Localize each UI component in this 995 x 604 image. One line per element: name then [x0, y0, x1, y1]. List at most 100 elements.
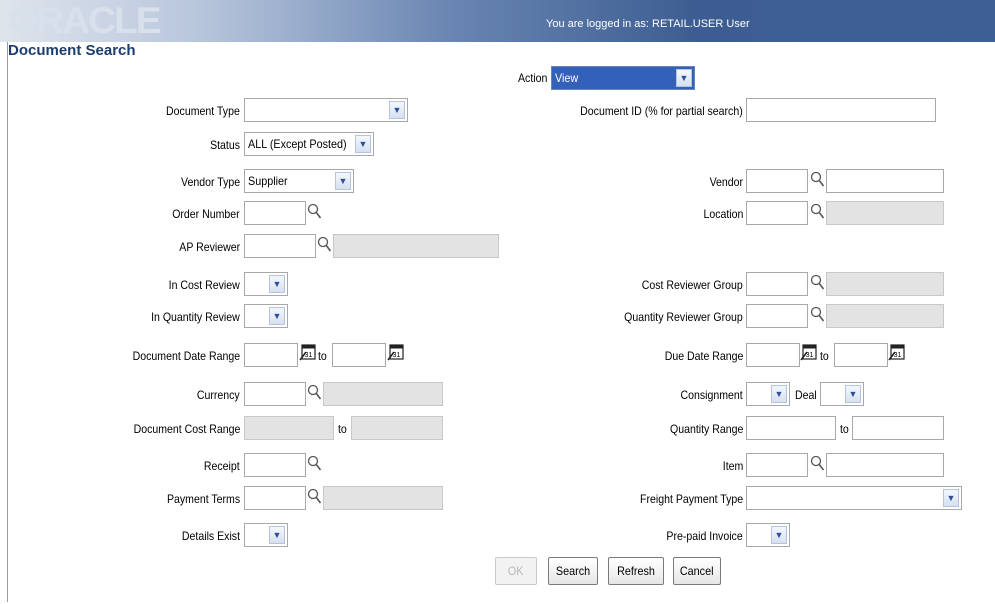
payment-terms-name-field — [323, 486, 443, 510]
item-name-input[interactable] — [826, 453, 944, 477]
magnifier-icon[interactable] — [810, 306, 826, 324]
document-cost-from-field — [244, 416, 334, 440]
location-id-input[interactable] — [746, 201, 808, 225]
cost-reviewer-group-label: Cost Reviewer Group — [642, 278, 743, 292]
left-border — [7, 42, 8, 602]
quantity-reviewer-group-input[interactable] — [746, 304, 808, 328]
vendor-name-input[interactable] — [826, 169, 944, 193]
logged-in-text: You are logged in as: RETAIL.USER User — [546, 18, 750, 30]
ap-reviewer-label: AP Reviewer — [179, 240, 240, 254]
svg-text:31: 31 — [806, 352, 814, 359]
magnifier-icon[interactable] — [307, 203, 323, 221]
magnifier-icon[interactable] — [307, 455, 323, 473]
magnifier-icon[interactable] — [810, 203, 826, 221]
quantity-range-label: Quantity Range — [669, 422, 743, 436]
calendar-icon[interactable]: 31 — [800, 343, 818, 361]
due-date-from-input[interactable] — [746, 343, 800, 367]
order-number-label: Order Number — [172, 207, 240, 221]
vendor-id-input[interactable] — [746, 169, 808, 193]
freight-payment-type-label: Freight Payment Type — [639, 492, 743, 506]
status-label: Status — [210, 138, 240, 152]
in-cost-review-label: In Cost Review — [168, 278, 240, 292]
calendar-icon[interactable]: 31 — [888, 343, 906, 361]
magnifier-icon[interactable] — [307, 384, 323, 402]
to-label: to — [318, 349, 327, 363]
vendor-label: Vendor — [709, 175, 743, 189]
action-label: Action — [517, 71, 547, 85]
document-cost-range-label: Document Cost Range — [133, 422, 240, 436]
document-type-label: Document Type — [166, 104, 240, 118]
payment-terms-input[interactable] — [244, 486, 306, 510]
chevron-down-icon: ▼ — [676, 69, 692, 87]
in-quantity-review-select[interactable]: ▼ — [244, 304, 288, 328]
document-date-from-input[interactable] — [244, 343, 298, 367]
magnifier-icon[interactable] — [810, 171, 826, 189]
oracle-logo: ORACLE — [8, 0, 162, 41]
document-type-select[interactable]: ▼ — [244, 98, 408, 122]
ok-button[interactable]: OK — [495, 557, 537, 585]
currency-label: Currency — [197, 388, 240, 402]
cost-reviewer-group-input[interactable] — [746, 272, 808, 296]
to-label: to — [338, 422, 347, 436]
magnifier-icon[interactable] — [317, 236, 333, 254]
document-date-to-input[interactable] — [332, 343, 386, 367]
chevron-down-icon: ▼ — [771, 526, 787, 544]
chevron-down-icon: ▼ — [269, 275, 285, 293]
cancel-button[interactable]: Cancel — [673, 557, 721, 585]
document-id-label: Document ID (% for partial search) — [580, 104, 743, 118]
in-quantity-review-label: In Quantity Review — [151, 310, 240, 324]
quantity-reviewer-group-label: Quantity Reviewer Group — [624, 310, 743, 324]
cost-reviewer-group-name-field — [826, 272, 944, 296]
calendar-day-text: 31 — [305, 352, 313, 359]
due-date-to-input[interactable] — [834, 343, 888, 367]
order-number-input[interactable] — [244, 201, 306, 225]
quantity-from-input[interactable] — [746, 416, 836, 440]
magnifier-icon[interactable] — [810, 455, 826, 473]
search-button[interactable]: Search — [548, 557, 598, 585]
receipt-input[interactable] — [244, 453, 306, 477]
vendor-type-label: Vendor Type — [180, 175, 240, 189]
document-cost-to-field — [351, 416, 443, 440]
chevron-down-icon: ▼ — [269, 307, 285, 325]
vendor-type-select[interactable]: Supplier ▼ — [244, 169, 354, 193]
ap-reviewer-name-field — [333, 234, 499, 258]
details-exist-label: Details Exist — [181, 529, 240, 543]
svg-text:31: 31 — [393, 352, 401, 359]
details-exist-select[interactable]: ▼ — [244, 523, 288, 547]
calendar-icon[interactable]: 31 — [387, 343, 405, 361]
item-label: Item — [722, 459, 743, 473]
deal-select[interactable]: ▼ — [820, 382, 864, 406]
document-id-input[interactable] — [746, 98, 936, 122]
currency-input[interactable] — [244, 382, 306, 406]
prepaid-invoice-label: Pre-paid Invoice — [666, 529, 743, 543]
freight-payment-type-select[interactable]: ▼ — [746, 486, 962, 510]
in-cost-review-select[interactable]: ▼ — [244, 272, 288, 296]
chevron-down-icon: ▼ — [943, 489, 959, 507]
payment-terms-label: Payment Terms — [166, 492, 240, 506]
to-label: to — [820, 349, 829, 363]
status-select[interactable]: ALL (Except Posted) ▼ — [244, 132, 374, 156]
chevron-down-icon: ▼ — [389, 101, 405, 119]
action-select[interactable]: View ▼ — [551, 66, 695, 90]
chevron-down-icon: ▼ — [269, 526, 285, 544]
to-label: to — [840, 422, 849, 436]
refresh-button[interactable]: Refresh — [608, 557, 664, 585]
chevron-down-icon: ▼ — [355, 135, 371, 153]
receipt-label: Receipt — [204, 459, 240, 473]
location-label: Location — [703, 207, 743, 221]
ap-reviewer-input[interactable] — [244, 234, 316, 258]
magnifier-icon[interactable] — [810, 274, 826, 292]
calendar-icon[interactable]: 31 — [299, 343, 317, 361]
chevron-down-icon: ▼ — [335, 172, 351, 190]
quantity-to-input[interactable] — [852, 416, 944, 440]
location-name-field — [826, 201, 944, 225]
consignment-label: Consignment — [680, 388, 743, 402]
document-date-range-label: Document Date Range — [132, 349, 240, 363]
magnifier-icon[interactable] — [307, 488, 323, 506]
deal-label: Deal — [795, 388, 817, 402]
consignment-select[interactable]: ▼ — [746, 382, 790, 406]
item-input[interactable] — [746, 453, 808, 477]
page-title: Document Search — [8, 42, 139, 60]
prepaid-invoice-select[interactable]: ▼ — [746, 523, 790, 547]
svg-text:31: 31 — [894, 352, 902, 359]
